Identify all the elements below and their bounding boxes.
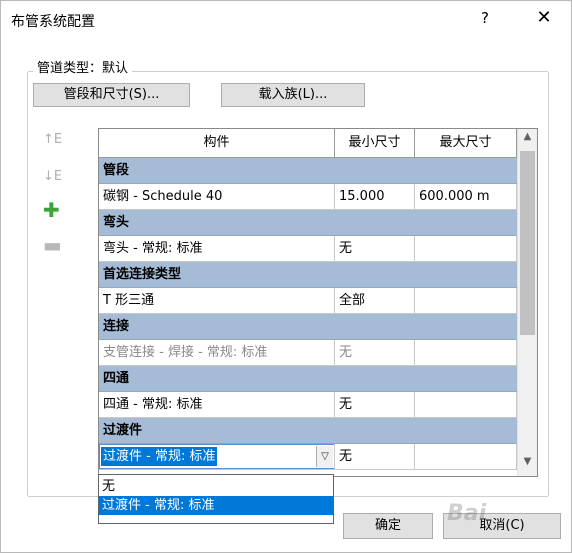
- table-row[interactable]: 四通 - 常规: 标准 无: [99, 392, 517, 418]
- remove-row-icon[interactable]: ▬: [43, 235, 65, 257]
- pipe-type-caption: 管道类型：: [37, 61, 103, 76]
- title-bar: 布管系统配置 ? ✕: [1, 1, 571, 39]
- help-icon[interactable]: ?: [475, 9, 495, 31]
- grid-header: 构件 最小尺寸 最大尺寸: [99, 129, 517, 158]
- transition-combo-box[interactable]: 过渡件 - 常规: 标准 ▽: [99, 444, 334, 469]
- vertical-scrollbar[interactable]: ▲ ▼: [517, 129, 537, 476]
- table-row[interactable]: T 形三通 全部: [99, 288, 517, 314]
- component-cell: 支管连接 - 焊接 - 常规: 标准: [99, 340, 335, 365]
- category-transition: 过渡件: [99, 418, 517, 444]
- load-family-button[interactable]: 载入族(L)...: [221, 83, 365, 107]
- scroll-thumb[interactable]: [520, 151, 535, 335]
- table-row: 支管连接 - 焊接 - 常规: 标准 无: [99, 340, 517, 366]
- dialog-title: 布管系统配置: [11, 14, 95, 30]
- min-size-cell[interactable]: 无: [335, 236, 415, 261]
- table-row[interactable]: 弯头 - 常规: 标准 无: [99, 236, 517, 262]
- cancel-button[interactable]: 取消(C): [443, 513, 561, 539]
- category-cross: 四通: [99, 366, 517, 392]
- max-size-cell[interactable]: [415, 444, 517, 469]
- header-max-size[interactable]: 最大尺寸: [415, 129, 517, 157]
- max-size-cell: [415, 340, 517, 365]
- scroll-up-icon[interactable]: ▲: [518, 131, 537, 149]
- close-icon[interactable]: ✕: [533, 7, 555, 31]
- category-pipe-segment: 管段: [99, 158, 517, 184]
- grid-rows: 管段 碳钢 - Schedule 40 15.000 600.000 m 弯头 …: [99, 158, 517, 470]
- scroll-down-icon[interactable]: ▼: [518, 456, 537, 474]
- dropdown-option-none[interactable]: 无: [99, 477, 333, 496]
- category-elbow: 弯头: [99, 210, 517, 236]
- min-size-cell[interactable]: 无: [335, 392, 415, 417]
- move-down-icon[interactable]: ↓E: [43, 169, 65, 189]
- pipe-type-value: 默认: [102, 61, 129, 76]
- max-size-cell[interactable]: [415, 392, 517, 417]
- pipe-type-label: 管道类型：默认: [33, 57, 133, 76]
- segments-and-sizes-button[interactable]: 管段和尺寸(S)...: [33, 83, 190, 107]
- category-junction: 连接: [99, 314, 517, 340]
- component-cell[interactable]: T 形三通: [99, 288, 335, 313]
- ok-button[interactable]: 确定: [343, 513, 433, 539]
- dropdown-option-transition[interactable]: 过渡件 - 常规: 标准: [99, 496, 333, 515]
- category-preferred-junction: 首选连接类型: [99, 262, 517, 288]
- max-size-cell[interactable]: [415, 288, 517, 313]
- move-up-icon[interactable]: ↑E: [43, 132, 65, 152]
- add-row-icon[interactable]: ✚: [43, 200, 65, 220]
- min-size-cell[interactable]: 无: [335, 444, 415, 469]
- min-size-cell: 无: [335, 340, 415, 365]
- routing-preferences-grid: 构件 最小尺寸 最大尺寸 管段 碳钢 - Schedule 40 15.000 …: [98, 128, 538, 477]
- pipe-system-config-dialog: 布管系统配置 ? ✕ 管道类型：默认 管段和尺寸(S)... 载入族(L)...…: [0, 0, 572, 553]
- header-min-size[interactable]: 最小尺寸: [335, 129, 415, 157]
- transition-dropdown-list: 无 过渡件 - 常规: 标准: [98, 474, 334, 524]
- header-component[interactable]: 构件: [99, 129, 335, 157]
- max-size-cell[interactable]: [415, 236, 517, 261]
- min-size-cell[interactable]: 全部: [335, 288, 415, 313]
- component-cell[interactable]: 四通 - 常规: 标准: [99, 392, 335, 417]
- table-row[interactable]: 过渡件 - 常规: 标准 ▽ 无: [99, 444, 517, 470]
- max-size-cell[interactable]: 600.000 m: [415, 184, 517, 209]
- component-cell[interactable]: 弯头 - 常规: 标准: [99, 236, 335, 261]
- table-row[interactable]: 碳钢 - Schedule 40 15.000 600.000 m: [99, 184, 517, 210]
- component-cell[interactable]: 碳钢 - Schedule 40: [99, 184, 335, 209]
- chevron-down-icon[interactable]: ▽: [316, 446, 333, 467]
- combo-selected-text[interactable]: 过渡件 - 常规: 标准: [101, 447, 218, 466]
- component-cell[interactable]: 过渡件 - 常规: 标准 ▽: [99, 444, 335, 469]
- min-size-cell[interactable]: 15.000: [335, 184, 415, 209]
